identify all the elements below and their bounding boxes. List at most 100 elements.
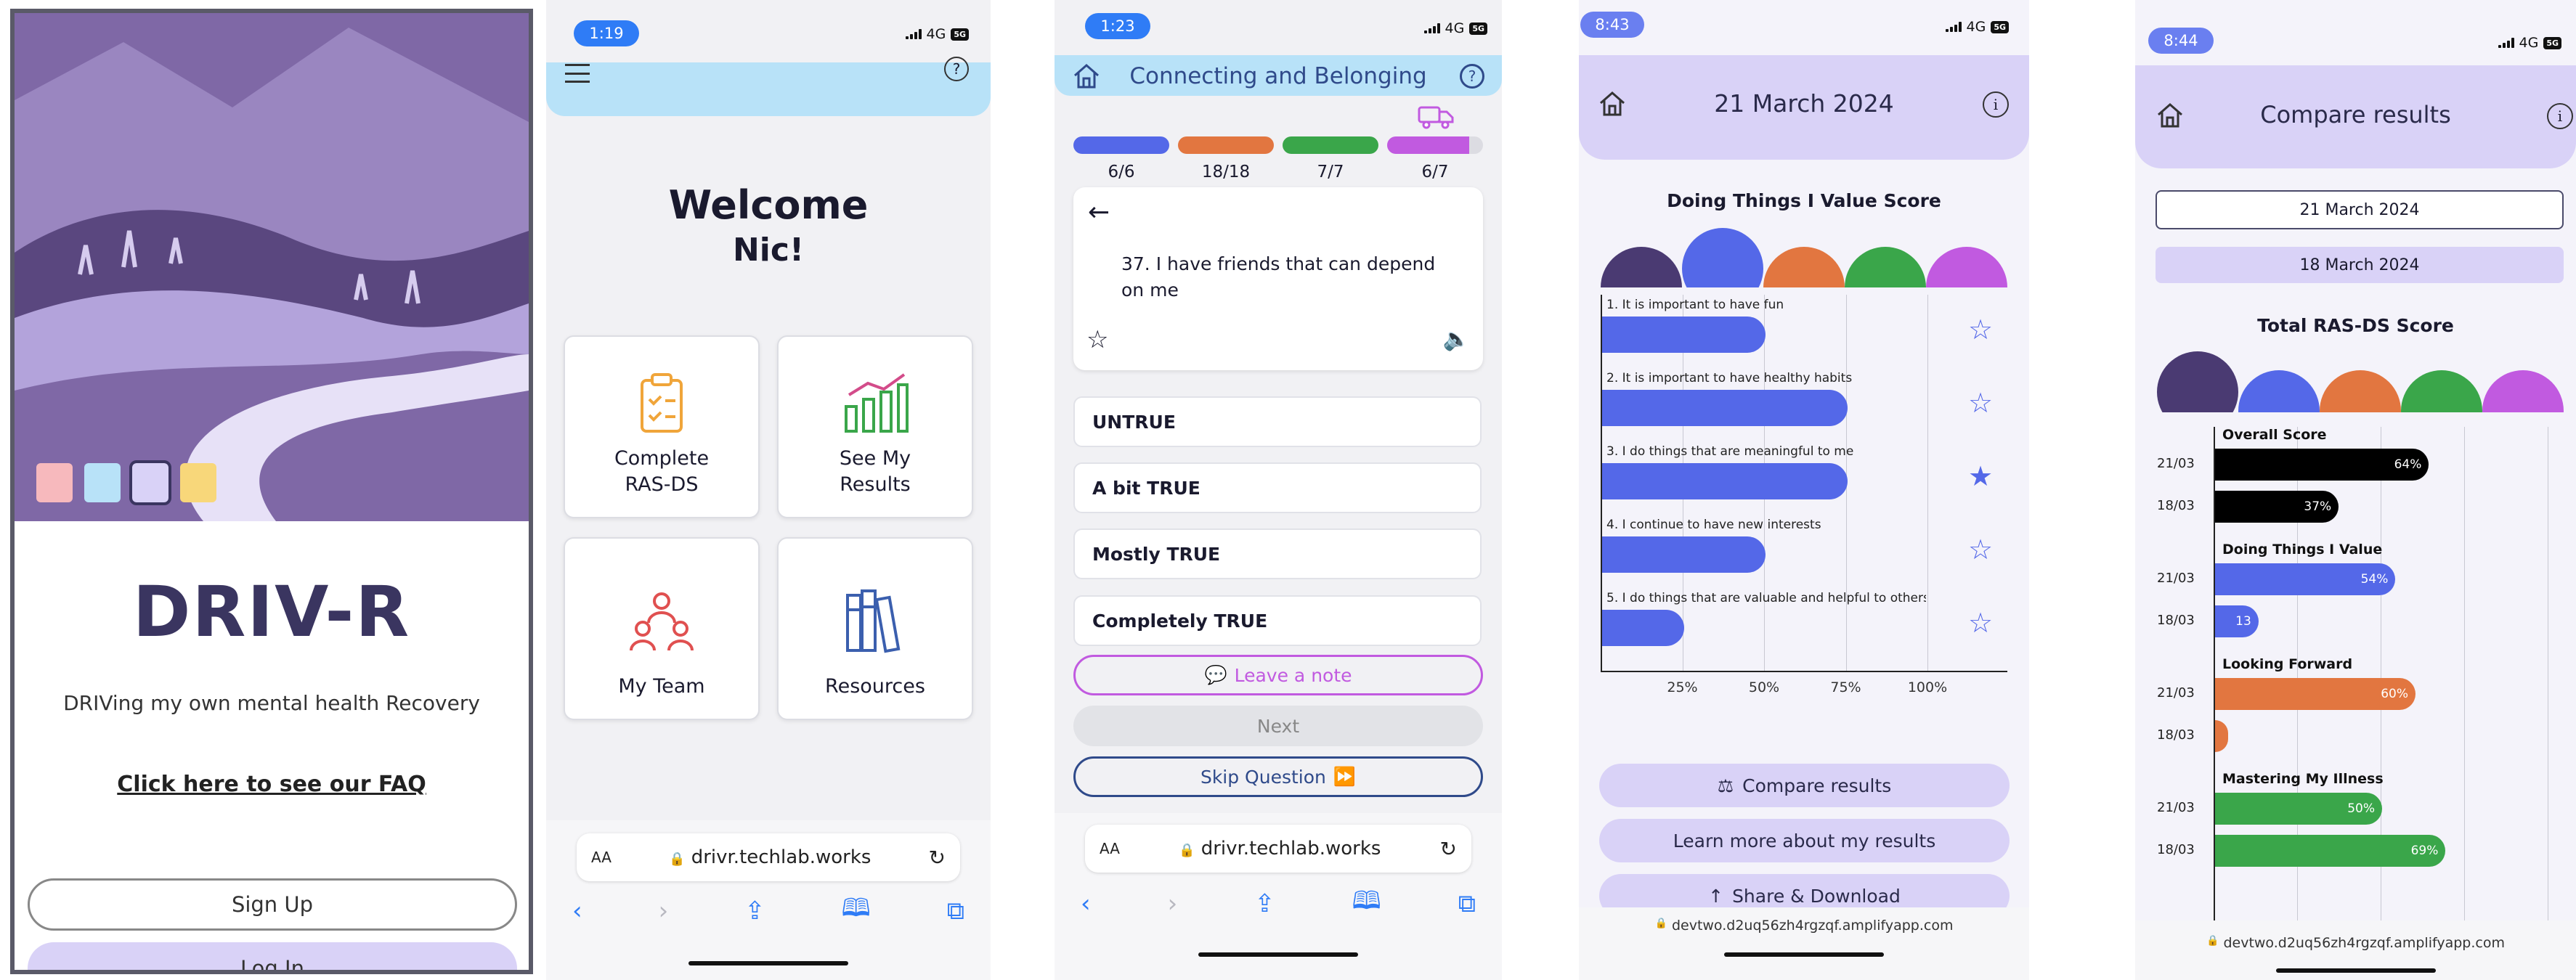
address-bar[interactable]: AA 🔒 drivr.techlab.works ↻: [577, 833, 960, 881]
score-bar: 54%: [2215, 563, 2396, 595]
complete-rasds-card[interactable]: Complete RAS-DS: [564, 335, 760, 518]
answer-a-bit-true[interactable]: A bit TRUE: [1073, 462, 1482, 513]
tabs-icon[interactable]: ⧉: [1458, 889, 1476, 918]
chart-rows: Overall Score 21/03 64% 18/03 37% Doing Thing…: [2135, 427, 2576, 920]
answer-untrue[interactable]: UNTRUE: [1073, 396, 1482, 447]
info-icon[interactable]: i: [2547, 103, 2573, 129]
home-icon[interactable]: [1598, 90, 1627, 118]
progress-label: 6/7: [1421, 163, 1449, 181]
date-label: 18/03: [2157, 498, 2195, 513]
answer-completely-true[interactable]: Completely TRUE: [1073, 595, 1482, 646]
status-icons: 4G 5G: [1423, 20, 1487, 36]
status-icons: 4G 5G: [905, 26, 969, 42]
swatch-lavender-selected[interactable]: [129, 460, 171, 505]
star-icon[interactable]: ☆: [1968, 534, 1993, 565]
progress-bar-4-track: [1387, 136, 1483, 154]
forward-icon[interactable]: ›: [659, 897, 669, 926]
app-header: [546, 62, 991, 116]
help-icon[interactable]: ?: [1460, 64, 1484, 89]
reload-icon[interactable]: ↻: [1440, 837, 1457, 861]
forward-icon[interactable]: ›: [1168, 889, 1178, 918]
help-icon[interactable]: ?: [944, 57, 969, 81]
menu-icon[interactable]: [565, 64, 590, 83]
back-icon[interactable]: ‹: [572, 897, 582, 926]
score-bar: [2215, 720, 2228, 752]
learn-more-button[interactable]: Learn more about my results: [1599, 819, 2010, 862]
y-axis: [1601, 295, 1602, 672]
bar-value-label: 64%: [2394, 457, 2422, 472]
star-icon[interactable]: ☆: [1086, 325, 1108, 354]
safari-toolbar: ‹ › ⇪ 🕮 ⧉: [572, 894, 964, 928]
lock-icon: 🔒: [669, 852, 686, 867]
signup-button[interactable]: Sign Up: [28, 878, 517, 931]
url-text: 🔒 drivr.techlab.works: [669, 846, 871, 868]
tagline: DRIVing my own mental health Recovery: [63, 690, 480, 715]
swatch-pink[interactable]: [36, 463, 73, 502]
star-icon[interactable]: ☆: [1968, 314, 1993, 346]
status-time: 1:23: [1085, 13, 1150, 39]
date-option-2[interactable]: 18 March 2024: [2156, 247, 2564, 283]
resources-card[interactable]: Resources: [777, 537, 973, 720]
info-icon[interactable]: i: [1983, 91, 2009, 118]
battery-icon: 5G: [2543, 36, 2561, 49]
group-label: Looking Forward: [2222, 656, 2353, 672]
screen-login: DRIV-R DRIVing my own mental health Reco…: [10, 9, 533, 974]
date-option-1[interactable]: 21 March 2024: [2156, 190, 2564, 229]
reload-icon[interactable]: ↻: [929, 846, 946, 870]
color-swatches: [36, 460, 216, 505]
tabs-icon[interactable]: ⧉: [947, 897, 964, 926]
progress-bar-4-fill: [1387, 136, 1470, 154]
share-icon[interactable]: ⇪: [1254, 889, 1275, 918]
x-tick-label: 75%: [1830, 679, 1861, 695]
text-size-button[interactable]: AA: [591, 849, 612, 866]
score-bar: [1602, 317, 1766, 353]
leave-note-button[interactable]: 💬 Leave a note: [1073, 655, 1483, 695]
date-label: 21/03: [2157, 685, 2195, 701]
lock-icon: 🔒: [1179, 843, 1195, 858]
answer-mostly-true[interactable]: Mostly TRUE: [1073, 528, 1482, 579]
group-label: Doing Things I Value: [2222, 542, 2383, 558]
home-indicator: [1724, 952, 1884, 957]
score-bar: 50%: [2215, 793, 2382, 825]
back-icon[interactable]: ‹: [1081, 889, 1091, 918]
bar-value-label: 54%: [2360, 572, 2389, 587]
battery-icon: 5G: [1991, 20, 2009, 33]
star-icon[interactable]: ☆: [1968, 607, 1993, 639]
score-bar: 13: [2215, 605, 2259, 637]
next-button[interactable]: Next: [1073, 706, 1483, 746]
my-team-card[interactable]: My Team: [564, 537, 760, 720]
compare-results-button[interactable]: ⚖ Compare results: [1599, 764, 2010, 807]
safari-toolbar: ‹ › ⇪ 🕮 ⧉: [1081, 886, 1476, 920]
date-label: 18/03: [2157, 727, 2195, 743]
date-label: 21/03: [2157, 571, 2195, 586]
domain-title: Connecting and Belonging: [1129, 63, 1427, 89]
skip-question-button[interactable]: Skip Question ⏩: [1073, 756, 1483, 797]
see-results-card[interactable]: See My Results: [777, 335, 973, 518]
card-label: My Team: [618, 675, 705, 698]
lock-icon: 🔒: [2206, 935, 2219, 947]
bookmarks-icon[interactable]: 🕮: [842, 891, 871, 932]
upload-icon: ↑: [1708, 885, 1724, 907]
swatch-yellow[interactable]: [180, 463, 216, 502]
login-button[interactable]: Log In: [28, 942, 517, 970]
bookmarks-icon[interactable]: 🕮: [1352, 883, 1381, 925]
results-date-title: 21 March 2024: [1714, 89, 1894, 118]
text-size-button[interactable]: AA: [1100, 840, 1120, 857]
address-bar[interactable]: AA 🔒 drivr.techlab.works ↻: [1085, 825, 1471, 873]
user-name: Nic!: [732, 231, 805, 269]
share-icon[interactable]: ⇪: [744, 897, 765, 926]
app-logo: DRIV-R: [132, 571, 411, 653]
star-filled-icon[interactable]: ★: [1968, 460, 1993, 492]
chart-title: Total RAS-DS Score: [2257, 314, 2454, 336]
home-icon[interactable]: [2156, 102, 2185, 129]
category-label: 4. I continue to have new interests: [1606, 518, 1821, 532]
star-icon[interactable]: ☆: [1968, 387, 1993, 419]
home-icon[interactable]: [1072, 62, 1101, 90]
speaker-icon[interactable]: 🔈: [1443, 327, 1470, 352]
faq-link[interactable]: Click here to see our FAQ: [15, 768, 529, 800]
status-icons: 4G 5G: [1945, 19, 2009, 35]
bar-chart-icon: [845, 373, 909, 433]
swatch-blue[interactable]: [84, 463, 121, 502]
back-arrow-icon[interactable]: ←: [1088, 197, 1110, 227]
domain-circles: [1601, 225, 2007, 328]
